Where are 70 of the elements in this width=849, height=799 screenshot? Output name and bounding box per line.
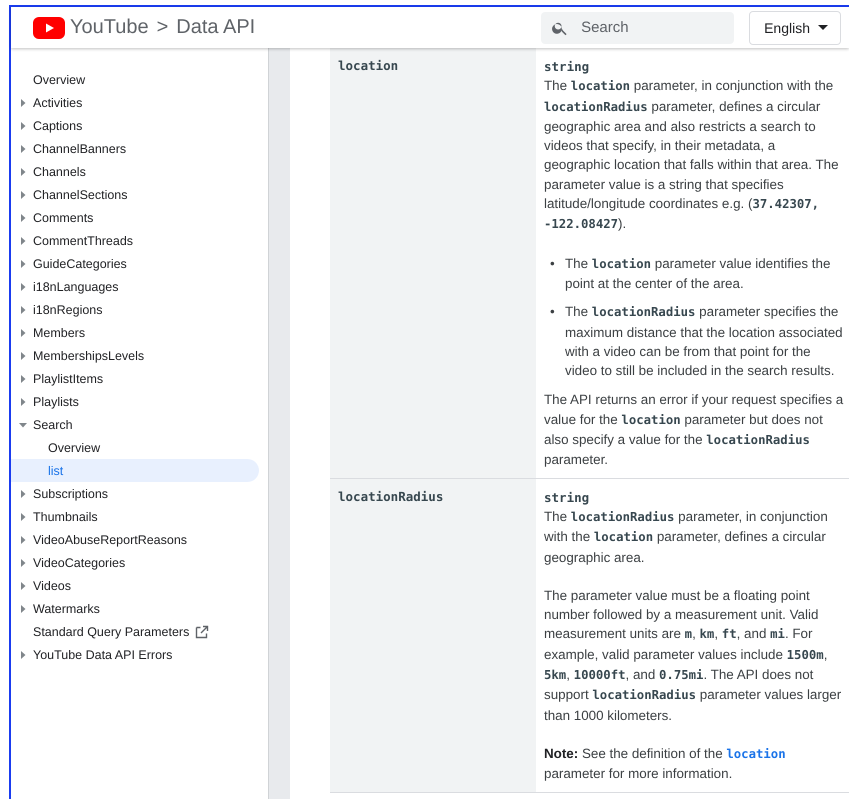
description-paragraph: The location parameter, in conjunction with the locationRadius parameter, defines a circular geographic area and also restricts a search to videos that specify, in their metadata, a geographic location that falls within that area. The parameter value is a string that specifies latitude/longitude coordinates e.g. (37.42307, -122.08427).: [544, 77, 840, 234]
nav-item[interactable]: Captions: [11, 114, 259, 137]
nav-item[interactable]: Search: [11, 413, 259, 436]
parameter-name: location: [330, 48, 536, 478]
nav-item[interactable]: i18nLanguages: [11, 275, 259, 298]
nav-item[interactable]: GuideCategories: [11, 252, 259, 275]
nav-item[interactable]: ChannelSections: [11, 183, 259, 206]
parameter-type: string: [544, 488, 590, 507]
bullet-marker: •: [550, 254, 556, 273]
parameter-name: locationRadius: [330, 478, 536, 792]
nav-item[interactable]: Thumbnails: [11, 505, 259, 528]
breadcrumb-separator: >: [156, 16, 168, 39]
caret-right-icon[interactable]: [19, 650, 27, 658]
caret-right-icon[interactable]: [19, 604, 27, 612]
description-paragraph: The parameter value must be a floating point number followed by a measurement unit. Valid measurement units are m, km, ft, and mi. For example, valid parameter values include 1500m, 5km, 10000ft, and 0.75mi. The API does not support locationRadius parameter values larger than 1000 kilometers.: [544, 586, 842, 725]
caret-right-icon[interactable]: [19, 214, 27, 222]
nav-item[interactable]: MembershipsLevels: [11, 344, 259, 367]
external-link-icon: [195, 624, 210, 638]
caret-right-icon[interactable]: [19, 98, 27, 106]
caret-down-icon[interactable]: [19, 420, 27, 428]
caret-right-icon[interactable]: [19, 328, 27, 336]
nav-item[interactable]: VideoCategories: [11, 551, 259, 574]
caret-right-icon[interactable]: [19, 306, 27, 314]
nav-item[interactable]: ChannelBanners: [11, 137, 259, 160]
brand-name[interactable]: YouTube: [70, 16, 149, 39]
nav-item[interactable]: Subscriptions: [11, 482, 259, 505]
caret-right-icon[interactable]: [19, 122, 27, 130]
caret-right-icon[interactable]: [19, 352, 27, 360]
parameter-type: string: [544, 58, 590, 76]
caret-right-icon[interactable]: [19, 582, 27, 590]
nav-item[interactable]: Playlists: [11, 390, 259, 413]
search-field[interactable]: Search: [541, 12, 734, 44]
dropdown-caret-icon: [818, 25, 828, 30]
caret-right-icon[interactable]: [19, 536, 27, 544]
caret-right-icon[interactable]: [19, 374, 27, 382]
nav-item[interactable]: Watermarks: [11, 597, 259, 620]
bullet-text: The locationRadius parameter specifies the maximum distance that the location associated with a video can be from that point for the video to still be included in the search results.: [565, 303, 844, 380]
description-paragraph: The locationRadius parameter, in conjunction with the location parameter, defines a circular geographic area.: [544, 508, 829, 567]
nav-item[interactable]: i18nRegions: [11, 298, 259, 321]
nav-item[interactable]: PlaylistItems: [11, 367, 259, 390]
nav-item[interactable]: CommentThreads: [11, 229, 259, 252]
bullet-marker: •: [550, 303, 556, 322]
product-name[interactable]: Data API: [176, 16, 256, 39]
description-paragraph: The API returns an error if your request specifies a value for the location parameter but does not also specify a value for the locationRadius parameter.: [544, 391, 844, 470]
caret-right-icon[interactable]: [19, 190, 27, 198]
caret-right-icon[interactable]: [19, 490, 27, 498]
nav-item[interactable]: YouTube Data API Errors: [11, 643, 259, 666]
caret-right-icon[interactable]: [19, 282, 27, 290]
nav-item[interactable]: Overview: [11, 436, 259, 459]
caret-right-icon[interactable]: [19, 168, 27, 176]
location-link[interactable]: location: [726, 746, 786, 761]
bullet-text: The location parameter value identifies the point at the center of the area.: [565, 254, 832, 293]
caret-right-icon[interactable]: [19, 398, 27, 406]
caret-right-icon[interactable]: [19, 144, 27, 152]
caret-right-icon[interactable]: [19, 260, 27, 268]
caret-right-icon[interactable]: [19, 558, 27, 566]
caret-right-icon[interactable]: [19, 512, 27, 520]
nav-item[interactable]: Channels: [11, 160, 259, 183]
play-logo-icon[interactable]: [33, 16, 65, 38]
description-paragraph: Note: See the definition of the location parameter for more information.: [544, 744, 787, 784]
nav-item[interactable]: VideoAbuseReportReasons: [11, 528, 259, 551]
nav-item[interactable]: Activities: [11, 91, 259, 114]
nav-item[interactable]: Standard Query Parameters: [11, 620, 259, 643]
caret-right-icon[interactable]: [19, 236, 27, 244]
nav-item[interactable]: Videos: [11, 574, 259, 597]
language-dropdown[interactable]: English: [749, 10, 841, 44]
nav-item[interactable]: Members: [11, 321, 259, 344]
nav-item[interactable]: Comments: [11, 206, 259, 229]
nav-item[interactable]: list: [11, 459, 259, 482]
nav-item[interactable]: Overview: [11, 68, 259, 91]
